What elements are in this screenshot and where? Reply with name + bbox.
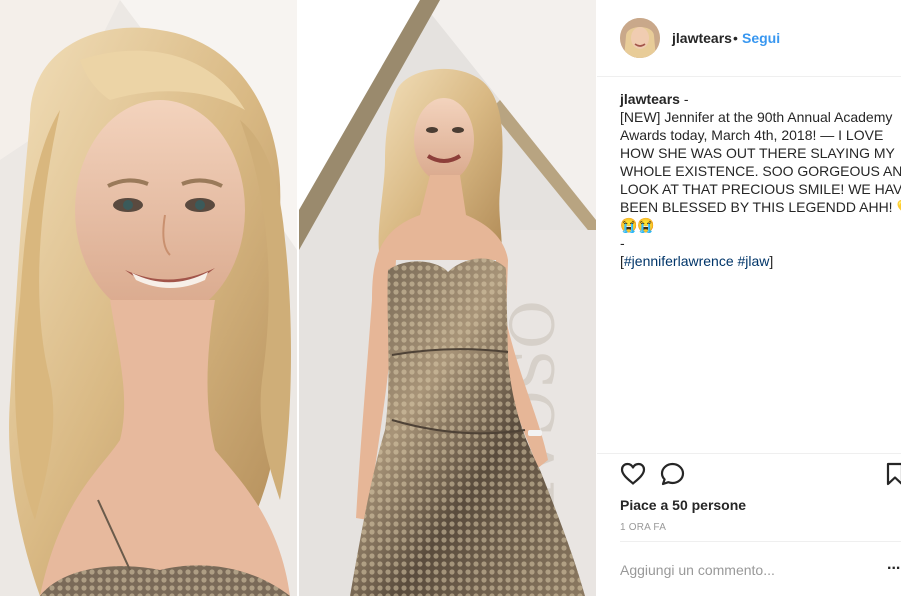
post-caption: jlawtears - [NEW] Jennifer at the 90th A… (620, 90, 901, 270)
header-separator: • (733, 30, 738, 46)
hashtag-link[interactable]: #jlaw (738, 253, 770, 269)
comment-input[interactable] (620, 559, 860, 581)
post-image[interactable]: OSCARS (0, 0, 596, 596)
post-header: jlawtears • Segui (597, 0, 901, 77)
post-details-panel: jlawtears • Segui jlawtears - [NEW] Jenn… (597, 0, 901, 596)
divider (620, 541, 901, 542)
caption-dash: - (679, 91, 689, 107)
avatar-image (620, 18, 660, 58)
likes-count[interactable]: Piace a 50 persone (620, 497, 746, 513)
caption-line: [NEW] Jennifer at the 90th Annual Academ… (620, 109, 893, 125)
post-photo-collage: OSCARS (0, 0, 596, 596)
caption-header-line: jlawtears - (620, 90, 901, 108)
caption-line: HOW SHE WAS OUT THERE SLAYING MY (620, 145, 895, 161)
header-username[interactable]: jlawtears (672, 30, 732, 46)
caption-line: LOOK AT THAT PRECIOUS SMILE! WE HAVE SO (620, 181, 901, 197)
avatar[interactable] (620, 18, 660, 58)
comment-icon[interactable] (660, 462, 686, 491)
hashtag-link[interactable]: #jenniferlawrence (624, 253, 734, 269)
caption-line: Awards today, March 4th, 2018! — I LOVE (620, 127, 884, 143)
caption-username[interactable]: jlawtears (620, 91, 680, 107)
more-options-button[interactable]: ... (887, 556, 900, 574)
bookmark-icon[interactable] (886, 462, 901, 491)
heart-icon[interactable] (620, 462, 646, 491)
caption-line: BEEN BLESSED BY THIS LEGENDD AHH! 💛💛 (620, 199, 901, 215)
post-timestamp[interactable]: 1 ORA FA (620, 522, 666, 533)
caption-hashtags: [#jenniferlawrence #jlaw] (620, 252, 901, 270)
divider (597, 453, 901, 454)
caption-line: WHOLE EXISTENCE. SOO GORGEOUS AND (620, 163, 901, 179)
hashtags-close-bracket: ] (769, 253, 774, 269)
caption-line: 😭😭 (620, 217, 655, 233)
caption-line: - (620, 235, 625, 251)
follow-button[interactable]: Segui (742, 30, 780, 46)
